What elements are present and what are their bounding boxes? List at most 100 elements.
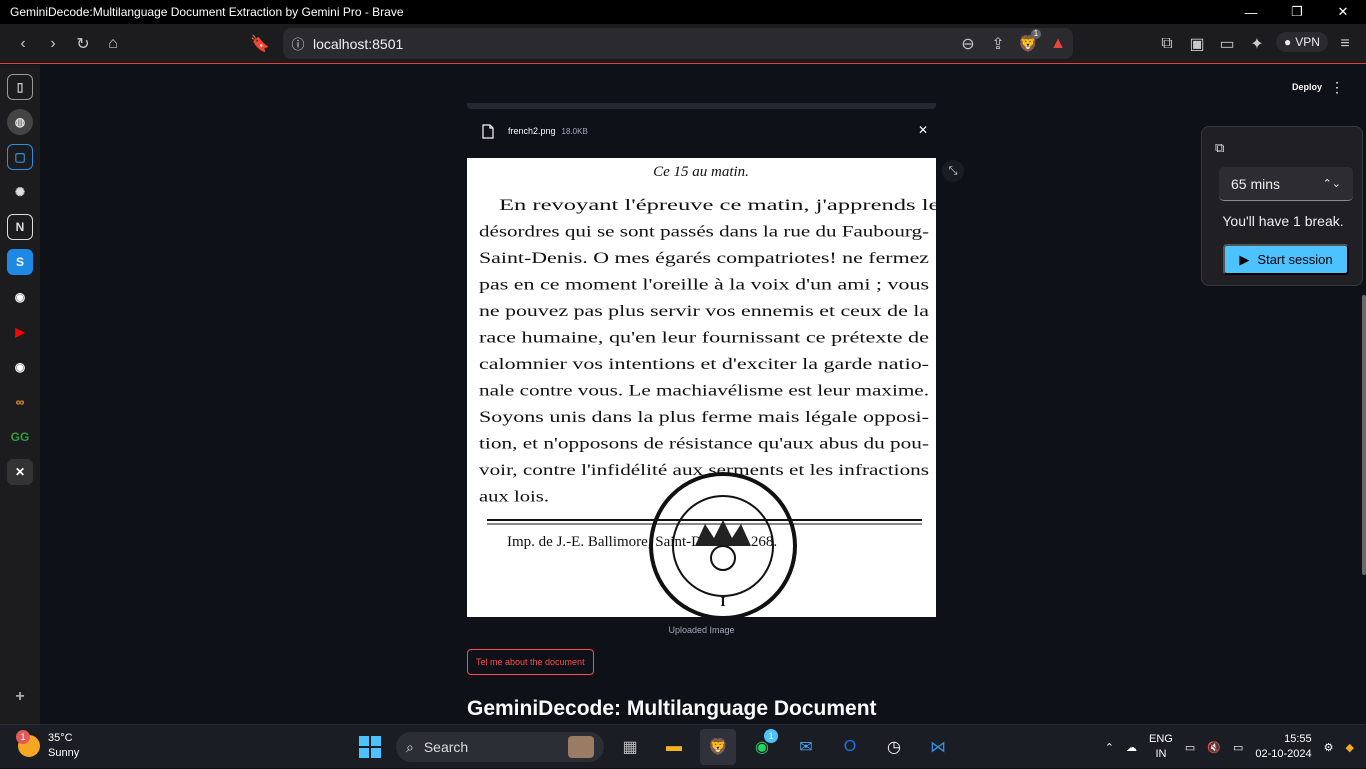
address-bar[interactable]: ⓘ localhost:8501 ⊖ ⇪ 🦁 1 ▲ xyxy=(283,28,1073,59)
copilot-icon[interactable]: ◆ xyxy=(1346,741,1354,754)
expand-widget-icon[interactable]: ⧉ xyxy=(1215,140,1224,156)
sidebar-panel-icon[interactable]: ▯ xyxy=(7,74,33,100)
lang-line2: IN xyxy=(1155,748,1167,760)
deploy-button[interactable]: Deploy xyxy=(1292,82,1322,92)
notion-icon[interactable]: N xyxy=(7,214,33,240)
doc-text-line: aux lois. xyxy=(479,489,549,506)
fullscreen-image-icon[interactable]: ⤡ xyxy=(942,160,964,182)
brave-taskbar-icon[interactable]: 🦁 xyxy=(700,729,736,765)
uploaded-file-row: french2.png 18.0KB ✕ xyxy=(482,121,928,141)
close-window-button[interactable]: ✕ xyxy=(1320,0,1366,24)
vpn-label: VPN xyxy=(1295,35,1320,49)
taskbar-clock[interactable]: 15:55 02-10-2024 xyxy=(1255,732,1311,762)
back-icon[interactable]: ‹ xyxy=(8,29,38,59)
doc-text-line: nale contre vous. Le machiavélisme est l… xyxy=(479,383,929,400)
search-label: Search xyxy=(423,739,469,755)
browser-sidebar: ▯ ◍ ▢ ✺ N S ◉ ▶ ◉ ∞ GG ✕ + xyxy=(0,65,40,724)
volume-muted-icon[interactable]: 🔇 xyxy=(1207,741,1221,754)
doc-text-line: race humaine, qu'en leur fournissant ce … xyxy=(479,330,929,347)
weather-widget[interactable]: 1 35°C Sunny xyxy=(16,730,80,761)
globe-icon[interactable]: ◍ xyxy=(7,109,33,135)
break-info: You'll have 1 break. xyxy=(1222,213,1344,229)
document-scan: Ce 15 au matin. En revoyant l'épreuve ce… xyxy=(479,164,936,617)
play-icon: ▶ xyxy=(1239,251,1250,267)
restore-button[interactable]: ❐ xyxy=(1274,0,1320,24)
main-menu-icon[interactable]: ⋮ xyxy=(1330,79,1344,96)
search-highlight-icon xyxy=(568,736,594,758)
brave-rewards-icon[interactable]: ▲ xyxy=(1043,29,1073,59)
doc-text-line: ne pouvez pas plus servir vos ennemis et… xyxy=(479,303,929,320)
duration-value: 65 mins xyxy=(1231,175,1281,192)
youtube-icon[interactable]: ▶ xyxy=(7,319,33,345)
library-stamp: I xyxy=(649,472,797,617)
tell-me-about-document-button[interactable]: Tel me about the document xyxy=(467,649,594,675)
github-icon[interactable]: ◉ xyxy=(7,354,33,380)
outlook-icon[interactable]: O xyxy=(832,729,868,765)
github-icon[interactable]: ◉ xyxy=(7,284,33,310)
infinity-icon[interactable]: ∞ xyxy=(7,389,33,415)
doc-date-line: Ce 15 au matin. xyxy=(653,164,749,180)
doc-text-line: pas en ce moment l'oreille à la voix d'u… xyxy=(479,277,929,294)
reload-icon[interactable]: ↻ xyxy=(68,29,98,59)
forward-icon[interactable]: › xyxy=(38,29,68,59)
window-title: GeminiDecode:Multilanguage Document Extr… xyxy=(10,5,404,19)
battery-icon[interactable]: ▭ xyxy=(1233,741,1243,754)
doc-text-line: désordres qui se sont passés dans la rue… xyxy=(479,224,929,241)
extensions-icon[interactable]: ⧉ xyxy=(1152,29,1182,59)
settings-icon[interactable]: ⚙ xyxy=(1324,741,1334,754)
minimize-button[interactable]: — xyxy=(1228,0,1274,24)
clock-app-icon[interactable]: ◷ xyxy=(876,729,912,765)
share-icon[interactable]: ⇪ xyxy=(983,29,1013,59)
task-view-icon[interactable]: ▦ xyxy=(612,729,648,765)
system-tray: ⌃ ☁ ENG IN ▭ 🔇 ▭ 15:55 02-10-2024 ⚙ ◆ xyxy=(1105,725,1366,769)
file-icon xyxy=(482,123,494,139)
taskbar-search[interactable]: ⌕ Search xyxy=(396,732,604,762)
weather-condition: Sunny xyxy=(48,747,80,759)
vpn-button[interactable]: ● VPN xyxy=(1276,32,1328,52)
bookmark-icon[interactable]: 🔖 xyxy=(245,29,275,59)
brave-shields-icon[interactable]: 🦁 1 xyxy=(1013,28,1043,59)
windows-logo-icon xyxy=(359,736,381,758)
leo-ai-icon[interactable]: ✦ xyxy=(1242,29,1272,59)
image-caption: Uploaded Image xyxy=(668,625,735,635)
onedrive-icon[interactable]: ☁ xyxy=(1126,741,1137,754)
whatsapp-badge: 1 xyxy=(764,729,778,743)
show-hidden-icons-icon[interactable]: ⌃ xyxy=(1105,741,1114,754)
vpn-icon: ● xyxy=(1284,35,1292,49)
wallet-icon[interactable]: ▭ xyxy=(1212,29,1242,59)
page-scrollbar[interactable] xyxy=(1362,295,1366,575)
whatsapp-icon[interactable]: ◉ 1 xyxy=(744,729,780,765)
sidebar-toggle-icon[interactable]: ▣ xyxy=(1182,29,1212,59)
chatgpt-icon[interactable]: ✺ xyxy=(7,179,33,205)
mail-icon[interactable]: ✉ xyxy=(788,729,824,765)
reading-list-icon[interactable]: ▢ xyxy=(7,144,33,170)
svg-text:I: I xyxy=(720,595,725,610)
geeksforgeeks-icon[interactable]: GG xyxy=(7,424,33,450)
lang-line1: ENG xyxy=(1149,733,1173,745)
window-titlebar: GeminiDecode:Multilanguage Document Extr… xyxy=(0,0,1366,24)
file-explorer-icon[interactable]: ▬ xyxy=(656,729,692,765)
duration-select[interactable]: 65 mins ⌃⌄ xyxy=(1219,167,1353,201)
vscode-icon[interactable]: ⋈ xyxy=(920,729,956,765)
site-info-icon[interactable]: ⓘ xyxy=(283,34,313,53)
search-icon: ⌕ xyxy=(406,738,414,755)
language-indicator[interactable]: ENG IN xyxy=(1149,732,1173,762)
start-session-label: Start session xyxy=(1257,252,1333,267)
close-sidebar-item-icon[interactable]: ✕ xyxy=(7,459,33,485)
home-icon[interactable]: ⌂ xyxy=(98,29,128,59)
display-icon[interactable]: ▭ xyxy=(1185,741,1195,754)
sun-icon: 1 xyxy=(16,730,40,757)
s-app-icon[interactable]: S xyxy=(7,249,33,275)
remove-file-icon[interactable]: ✕ xyxy=(918,123,928,137)
file-size: 18.0KB xyxy=(561,126,588,136)
add-icon[interactable]: + xyxy=(7,684,33,710)
url-text[interactable]: localhost:8501 xyxy=(313,36,953,52)
doc-text-lines: En revoyant l'épreuve ce matin, j'appren… xyxy=(479,197,936,506)
zoom-icon[interactable]: ⊖ xyxy=(953,29,983,59)
doc-text-line: Soyons unis dans la plus ferme mais léga… xyxy=(479,409,929,426)
clock-time: 15:55 xyxy=(1284,733,1312,745)
start-button[interactable] xyxy=(352,729,388,765)
browser-menu-icon[interactable]: ≡ xyxy=(1330,29,1360,59)
doc-text-line: En revoyant l'épreuve ce matin, j'appren… xyxy=(499,197,936,214)
start-session-button[interactable]: ▶ Start session xyxy=(1223,244,1349,275)
